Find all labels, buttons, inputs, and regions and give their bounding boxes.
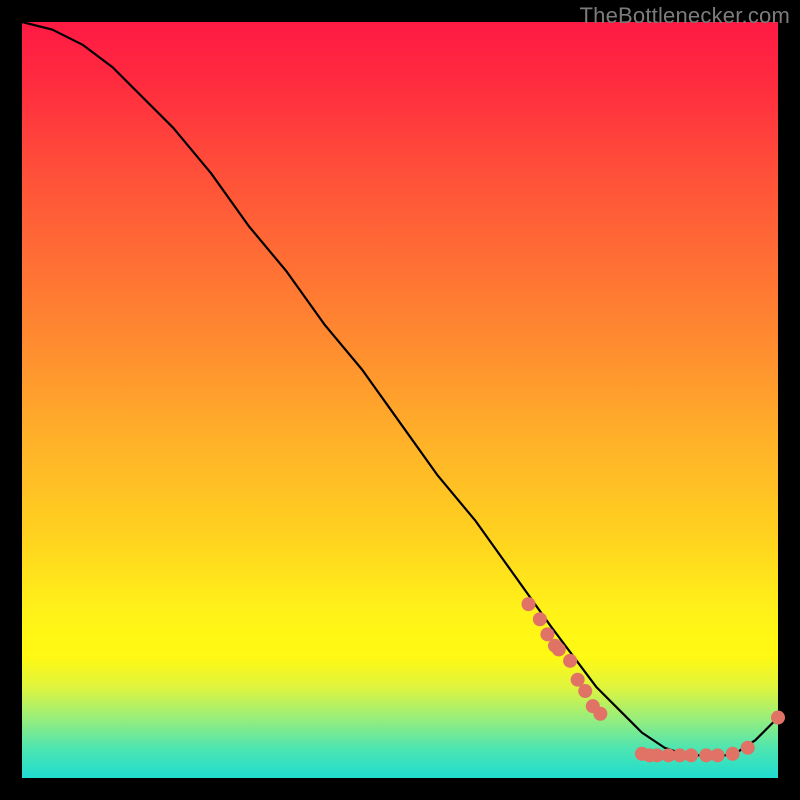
data-point <box>711 748 725 762</box>
data-point <box>593 707 607 721</box>
data-markers <box>522 597 785 762</box>
data-point <box>578 684 592 698</box>
data-point <box>771 711 785 725</box>
data-point <box>533 612 547 626</box>
data-point <box>522 597 536 611</box>
bottleneck-curve <box>22 22 778 755</box>
chart-svg <box>22 22 778 778</box>
data-point <box>684 748 698 762</box>
data-point <box>741 741 755 755</box>
data-point <box>726 747 740 761</box>
data-point <box>563 654 577 668</box>
data-point <box>552 642 566 656</box>
